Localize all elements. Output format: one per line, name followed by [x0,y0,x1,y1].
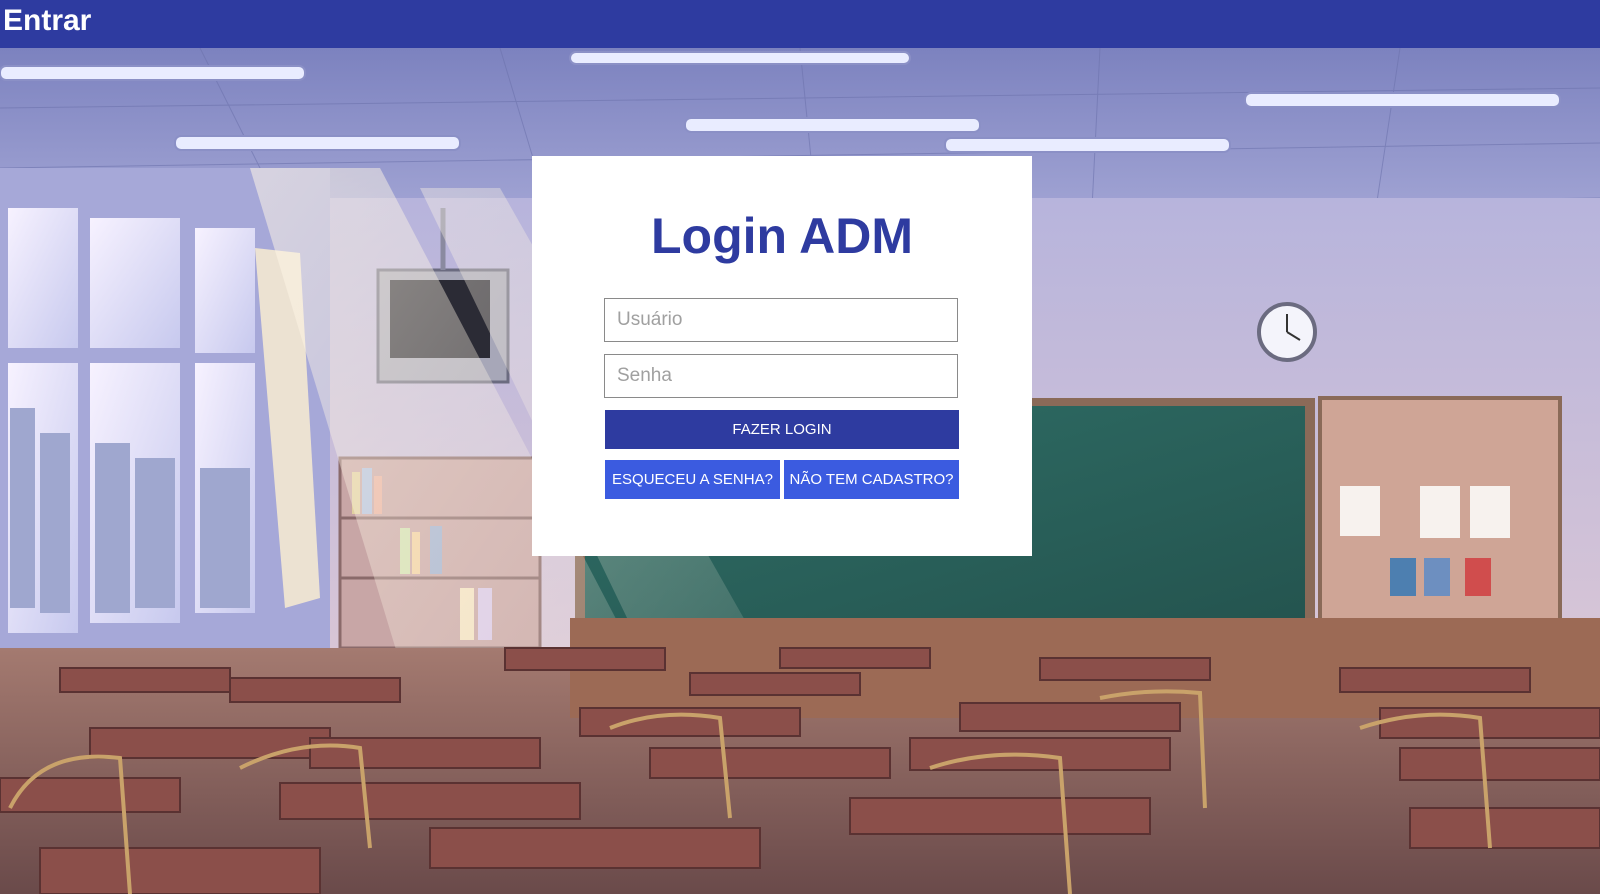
password-input[interactable] [604,354,958,398]
username-input[interactable] [604,298,958,342]
signup-button[interactable]: NÃO TEM CADASTRO? [784,460,959,499]
login-card: Login ADM FAZER LOGIN ESQUECEU A SENHA? … [532,156,1032,556]
forgot-password-button[interactable]: ESQUECEU A SENHA? [605,460,780,499]
login-button[interactable]: FAZER LOGIN [605,410,959,449]
top-bar: Entrar [0,0,1600,48]
login-title: Login ADM [651,208,913,264]
page-header-title: Entrar [3,4,92,37]
